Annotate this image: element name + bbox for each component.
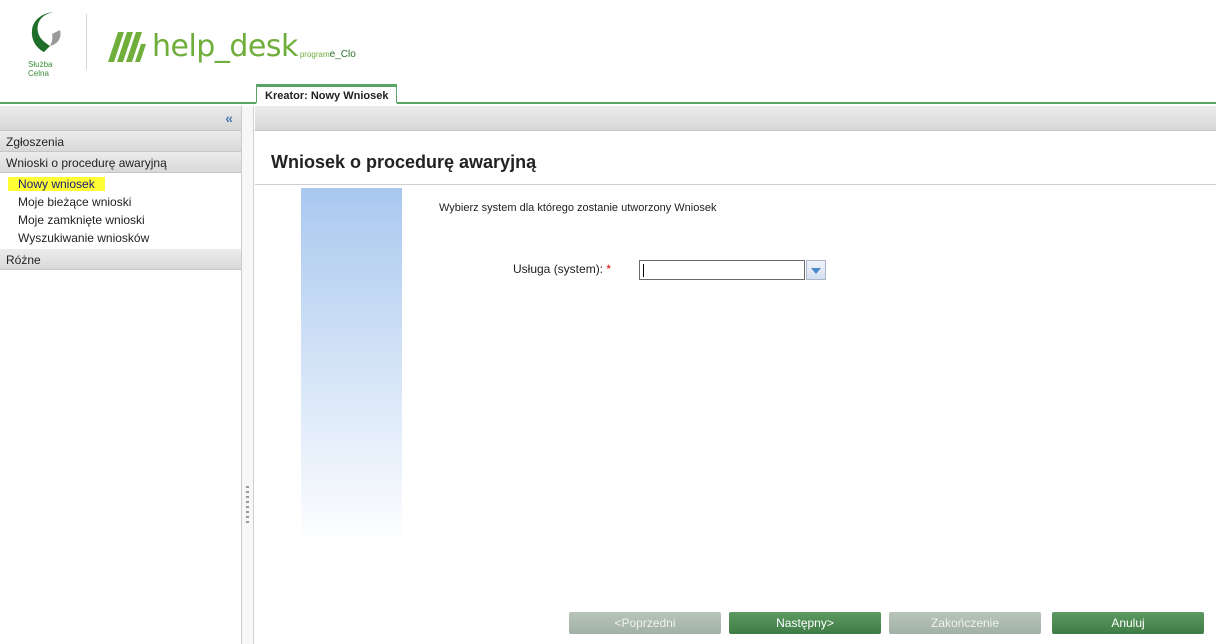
app-subtitle: programe_Clo xyxy=(300,49,356,60)
finish-button[interactable]: Zakończenie xyxy=(889,612,1041,634)
help-desk-stripes-icon xyxy=(108,32,146,62)
app-sub-brand: e_Clo xyxy=(329,49,356,60)
sidebar-item-label: Nowy wniosek xyxy=(8,177,105,191)
sidebar-subitems: Nowy wniosek Moje bieżące wnioski Moje z… xyxy=(0,173,241,249)
sluzba-celna-emblem-icon xyxy=(31,12,61,52)
app-header: Służba Celna help_desk programe_Clo xyxy=(0,0,1216,84)
sidebar-item-nowy-wniosek[interactable]: Nowy wniosek xyxy=(0,175,241,193)
service-field-label: Usługa (system): * xyxy=(513,262,611,276)
sidebar-section-rozne[interactable]: Różne xyxy=(0,249,241,270)
chevron-down-icon xyxy=(811,268,821,274)
splitter-grip-icon[interactable] xyxy=(246,486,249,526)
sidebar-item-moje-biezace-wnioski[interactable]: Moje bieżące wnioski xyxy=(0,193,241,211)
cancel-button[interactable]: Anuluj xyxy=(1052,612,1204,634)
org-line-2: Celna xyxy=(28,69,49,78)
collapse-sidebar-icon[interactable]: « xyxy=(225,110,233,126)
sidebar-section-zgloszenia[interactable]: Zgłoszenia xyxy=(0,131,241,152)
text-caret xyxy=(643,264,644,277)
main-panel: Wniosek o procedurę awaryjną Wybierz sys… xyxy=(255,106,1216,644)
panel-splitter[interactable] xyxy=(242,106,254,644)
page-title: Wniosek o procedurę awaryjną xyxy=(271,152,537,172)
next-button[interactable]: Następny> xyxy=(729,612,881,634)
sidebar-item-wyszukiwanie-wnioskow[interactable]: Wyszukiwanie wniosków xyxy=(0,229,241,247)
help-desk-logo: help_desk programe_Clo xyxy=(108,22,356,62)
logo-divider xyxy=(86,14,87,70)
sidebar: « Zgłoszenia Wnioski o procedurę awaryjn… xyxy=(0,106,242,644)
app-name: help_desk xyxy=(152,29,298,64)
tab-bar: Kreator: Nowy Wniosek xyxy=(0,84,1216,104)
service-system-input[interactable] xyxy=(639,260,805,280)
tab-kreator-nowy-wniosek[interactable]: Kreator: Nowy Wniosek xyxy=(256,84,398,104)
sidebar-section-wnioski[interactable]: Wnioski o procedurę awaryjną xyxy=(0,152,241,173)
service-dropdown-button[interactable] xyxy=(806,260,826,280)
previous-button[interactable]: <Poprzedni xyxy=(569,612,721,634)
wizard-side-band xyxy=(301,188,402,546)
sluzba-celna-logo: Służba Celna xyxy=(24,10,68,78)
required-marker: * xyxy=(606,262,612,276)
organization-name: Służba Celna xyxy=(28,60,52,78)
title-divider xyxy=(255,184,1216,185)
org-line-1: Służba xyxy=(28,60,53,69)
app-sub-prefix: program xyxy=(299,50,330,59)
sidebar-item-moje-zamkniete-wnioski[interactable]: Moje zamknięte wnioski xyxy=(0,211,241,229)
wizard-instruction: Wybierz system dla którego zostanie utwo… xyxy=(439,202,717,214)
sidebar-header: « xyxy=(0,106,241,131)
main-toolbar xyxy=(255,106,1216,131)
service-label-text: Usługa (system): xyxy=(513,262,604,276)
